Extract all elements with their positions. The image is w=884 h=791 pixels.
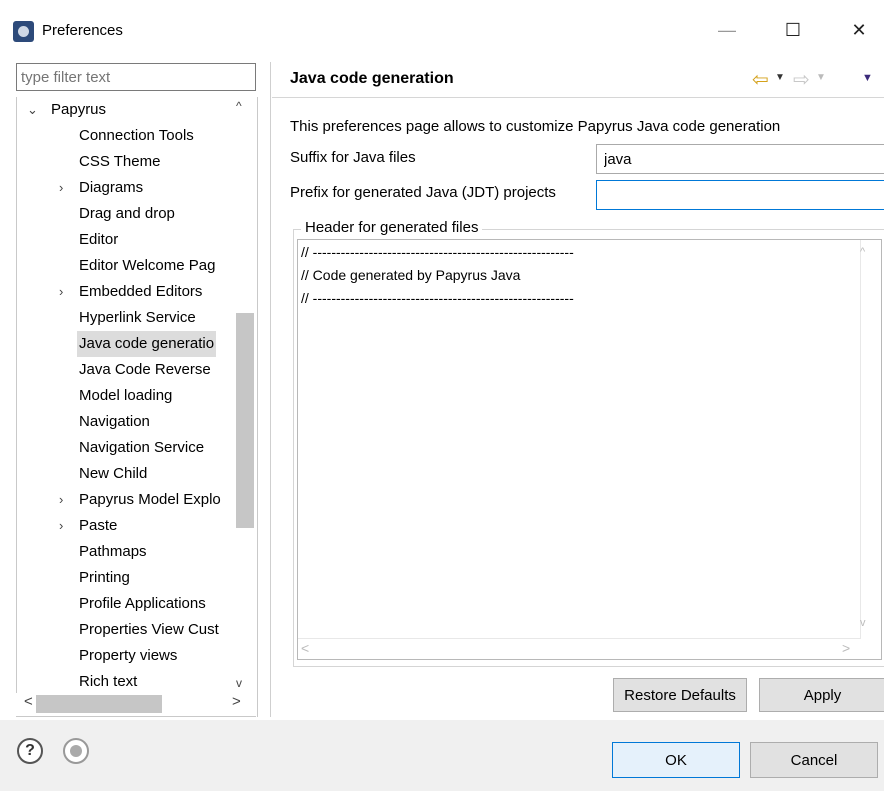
pane-divider[interactable] bbox=[270, 62, 271, 717]
tree-item-label: Rich text bbox=[79, 673, 138, 690]
expand-arrow-icon[interactable]: › bbox=[59, 279, 63, 305]
page-title: Java code generation bbox=[290, 70, 454, 87]
header-line: // Code generated by Papyrus Java bbox=[301, 267, 521, 283]
expand-arrow-icon[interactable]: › bbox=[59, 175, 63, 201]
tree-item-label: Java code generatio bbox=[77, 331, 217, 357]
tree-item-label: New Child bbox=[79, 465, 148, 482]
textarea-scroll-down-icon[interactable]: v bbox=[860, 617, 866, 629]
tree-item-label: Papyrus Model Explo bbox=[79, 491, 221, 508]
textarea-vertical-scrollbar[interactable] bbox=[860, 240, 861, 638]
tree-item-label: Connection Tools bbox=[79, 127, 194, 144]
tree-item-label: Printing bbox=[79, 569, 130, 586]
tree-item-label: Java Code Reverse bbox=[79, 361, 211, 378]
tree-item-label: Paste bbox=[79, 517, 118, 534]
minimize-button[interactable]: — bbox=[700, 10, 754, 50]
tree-item-label: CSS Theme bbox=[79, 153, 161, 170]
back-dropdown-icon[interactable]: ▼ bbox=[775, 72, 785, 83]
forward-arrow-icon[interactable]: ⇨ bbox=[793, 67, 810, 92]
page-description: This preferences page allows to customiz… bbox=[290, 118, 781, 135]
maximize-button[interactable]: ☐ bbox=[766, 10, 820, 50]
forward-dropdown-icon[interactable]: ▼ bbox=[816, 72, 826, 83]
scroll-right-icon[interactable]: > bbox=[232, 693, 241, 710]
suffix-label: Suffix for Java files bbox=[290, 149, 416, 166]
header-line: // -------------------------------------… bbox=[301, 290, 574, 306]
scroll-up-icon[interactable]: ^ bbox=[236, 99, 242, 113]
ok-button[interactable]: OK bbox=[612, 742, 740, 778]
restore-defaults-button[interactable]: Restore Defaults bbox=[613, 678, 747, 712]
textarea-scroll-right-icon[interactable]: > bbox=[842, 640, 850, 656]
cancel-button[interactable]: Cancel bbox=[750, 742, 878, 778]
title-separator bbox=[272, 97, 884, 98]
window-title: Preferences bbox=[42, 22, 123, 39]
tree-vertical-scroll-thumb[interactable] bbox=[236, 313, 254, 528]
tree-horizontal-scroll-thumb[interactable] bbox=[36, 695, 162, 713]
tree-item-label: Model loading bbox=[79, 387, 173, 404]
apply-button[interactable]: Apply bbox=[759, 678, 884, 712]
textarea-horizontal-scrollbar[interactable] bbox=[298, 638, 861, 639]
tree-item-label: Editor bbox=[79, 231, 119, 248]
back-arrow-icon[interactable]: ⇦ bbox=[752, 67, 769, 92]
tree-item-label: Profile Applications bbox=[79, 595, 206, 612]
tree-item-label: Papyrus bbox=[51, 101, 107, 118]
tree-item-label: Pathmaps bbox=[79, 543, 147, 560]
view-menu-icon[interactable]: ▼ bbox=[862, 72, 873, 84]
suffix-input[interactable] bbox=[596, 144, 884, 174]
tree-item-label: Property views bbox=[79, 647, 178, 664]
tree-item-label: Diagrams bbox=[79, 179, 144, 196]
tree-item-label: Navigation bbox=[79, 413, 150, 430]
tree-item-label: Embedded Editors bbox=[79, 283, 203, 300]
tree-item-label: Navigation Service bbox=[79, 439, 205, 456]
expand-arrow-icon[interactable]: › bbox=[59, 513, 63, 539]
header-line: // -------------------------------------… bbox=[301, 244, 574, 260]
scroll-left-icon[interactable]: < bbox=[24, 693, 33, 710]
prefix-input[interactable] bbox=[596, 180, 884, 210]
tree-item-label: Drag and drop bbox=[79, 205, 175, 222]
prefix-label: Prefix for generated Java (JDT) projects bbox=[290, 184, 556, 201]
preference-tree: ⌄ Papyrus Connection Tools CSS Theme › Diagra… bbox=[16, 97, 258, 717]
tree-item-label: Hyperlink Service bbox=[79, 309, 196, 326]
collapse-arrow-icon[interactable]: ⌄ bbox=[27, 97, 38, 123]
help-icon[interactable]: ? bbox=[17, 738, 43, 764]
textarea-scroll-left-icon[interactable]: < bbox=[301, 640, 309, 656]
app-icon bbox=[13, 21, 34, 42]
tree-item-label: Properties View Cust bbox=[79, 621, 219, 638]
tree-item-label: Editor Welcome Pag bbox=[79, 257, 216, 274]
header-group-label: Header for generated files bbox=[301, 219, 483, 236]
record-macro-icon[interactable] bbox=[63, 738, 89, 764]
close-button[interactable]: ✕ bbox=[832, 10, 884, 50]
filter-input[interactable] bbox=[16, 63, 256, 91]
expand-arrow-icon[interactable]: › bbox=[59, 487, 63, 513]
textarea-scroll-up-icon[interactable]: ^ bbox=[860, 246, 865, 258]
scroll-down-icon[interactable]: v bbox=[236, 676, 242, 690]
